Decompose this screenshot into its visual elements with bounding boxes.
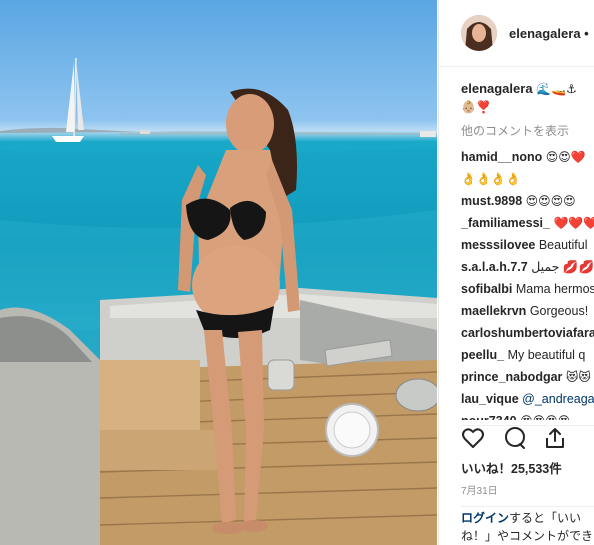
comment-username[interactable]: _familiamessi_ bbox=[461, 216, 550, 230]
comment-text: Mama hermosa bbox=[515, 282, 594, 296]
comment-text: 😍😍😍😍 bbox=[520, 414, 570, 420]
post-actions bbox=[461, 425, 594, 450]
comment-item: maellekrvn Gorgeous! bbox=[461, 300, 594, 322]
comment-item: hamid__nono 😍😍❤️ bbox=[461, 146, 594, 168]
comment-username[interactable]: peellu_ bbox=[461, 348, 504, 362]
photo-scene bbox=[0, 57, 437, 545]
comment-username[interactable]: s.a.l.a.h.7.7 bbox=[461, 260, 528, 274]
follow-dot: • bbox=[584, 26, 589, 41]
comment-username[interactable]: carloshumbertoviafara bbox=[461, 326, 594, 340]
login-prompt: ログインすると「いいね！」やコメントができます。 bbox=[461, 506, 594, 545]
comment-text: جميل 💋💋 bbox=[531, 260, 594, 274]
comment-item: messsilovee Beautiful bbox=[461, 234, 594, 256]
post-photo[interactable] bbox=[0, 0, 437, 545]
login-link[interactable]: ログイン bbox=[461, 511, 509, 525]
comment-username[interactable]: messsilovee bbox=[461, 238, 535, 252]
avatar[interactable] bbox=[461, 15, 497, 51]
post-date: 7月31日 bbox=[461, 486, 498, 497]
post-caption: elenagalera 🌊🚤⚓👶🏼❣️ bbox=[461, 80, 594, 116]
comment-text: My beautiful q bbox=[507, 348, 586, 362]
comment-username[interactable]: maellekrvn bbox=[461, 304, 526, 318]
load-more-comments-button[interactable]: 他のコメントを表示 bbox=[461, 122, 569, 139]
comment-text: 😍😍😍😍 bbox=[525, 194, 576, 208]
avatar-image bbox=[461, 15, 497, 51]
comment-item: nour7340 😍😍😍😍 bbox=[461, 410, 594, 420]
comment-text: 😻😻 bbox=[565, 370, 591, 384]
post-username[interactable]: elenagalera • bbox=[509, 26, 589, 41]
comment-text: 😍😍❤️ bbox=[545, 150, 586, 164]
post-side-panel: elenagalera • elenagalera 🌊🚤⚓👶🏼❣️ 他のコメント… bbox=[438, 0, 594, 545]
comment-item: peellu_ My beautiful q bbox=[461, 344, 594, 366]
comment-list: hamid__nono 😍😍❤️ 👌👌👌👌 must.9898 😍😍😍😍 _fa… bbox=[461, 146, 594, 420]
comment-username[interactable]: hamid__nono bbox=[461, 150, 542, 164]
comment-text: ❤️❤️❤️ bbox=[553, 216, 594, 230]
like-count[interactable]: いいね！25,533件 bbox=[461, 458, 562, 477]
heart-icon[interactable] bbox=[461, 426, 485, 450]
comment-username[interactable]: lau_vique bbox=[461, 392, 519, 406]
comment-username[interactable]: prince_nabodgar bbox=[461, 370, 562, 384]
comment-item: must.9898 😍😍😍😍 bbox=[461, 190, 594, 212]
comment-item: lau_vique @_andreagal bbox=[461, 388, 594, 410]
comment-username[interactable]: sofibalbi bbox=[461, 282, 512, 296]
comment-item: _familiamessi_ ❤️❤️❤️ bbox=[461, 212, 594, 234]
comment-mention[interactable]: @_andreagal bbox=[522, 392, 594, 406]
post-header: elenagalera • bbox=[439, 0, 594, 67]
comment-item: s.a.l.a.h.7.7 جميل 💋💋 bbox=[461, 256, 594, 278]
comment-item: sofibalbi Mama hermosa bbox=[461, 278, 594, 300]
share-icon[interactable] bbox=[543, 426, 567, 450]
comment-username[interactable]: nour7340 bbox=[461, 414, 517, 420]
comment-text: Gorgeous! bbox=[529, 304, 589, 318]
comment-icon[interactable] bbox=[503, 426, 527, 450]
comment-username[interactable]: must.9898 bbox=[461, 194, 522, 208]
comment-text: 👌👌👌👌 bbox=[461, 172, 521, 186]
comment-item: carloshumbertoviafara bbox=[461, 322, 594, 344]
comment-item: 👌👌👌👌 bbox=[461, 168, 594, 190]
comment-text: Beautiful bbox=[538, 238, 588, 252]
caption-username[interactable]: elenagalera bbox=[461, 81, 533, 96]
comment-item: prince_nabodgar 😻😻 bbox=[461, 366, 594, 388]
